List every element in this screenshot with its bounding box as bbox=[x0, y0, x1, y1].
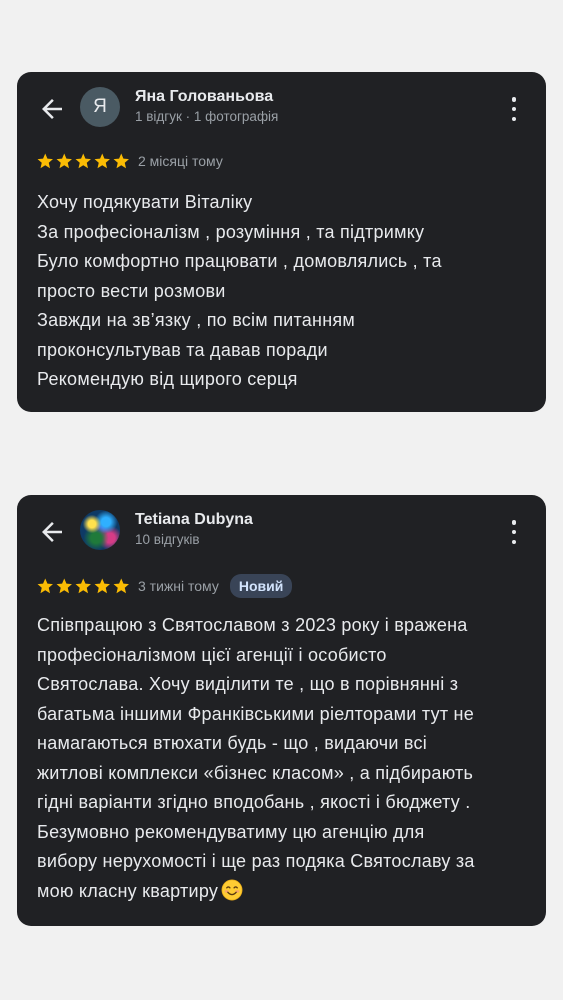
review-text-line: гідні варіанти згідно вподобань , якості… bbox=[37, 792, 471, 812]
rating-row: 3 тижні тому Новий bbox=[36, 574, 293, 598]
star-icon bbox=[113, 578, 129, 593]
more-options-button[interactable] bbox=[506, 94, 522, 124]
star-icon bbox=[56, 578, 72, 593]
review-text-line: Святослава. Хочу виділити те , що в порі… bbox=[37, 674, 459, 694]
author-name[interactable]: Яна Голованьова bbox=[135, 88, 273, 106]
author-name[interactable]: Tetiana Dubyna bbox=[135, 511, 253, 529]
more-vert-icon-dot bbox=[511, 529, 517, 535]
review-time: 2 місяці тому bbox=[138, 153, 223, 170]
arrow-back-icon bbox=[42, 99, 62, 119]
review-text: Співпрацюю з Святославом з 2023 року і в… bbox=[37, 611, 475, 906]
more-vert-icon-dot bbox=[511, 106, 517, 112]
star-icon bbox=[56, 153, 72, 169]
review-text-line: житлові комплекси «бізнес класом» , а пі… bbox=[37, 762, 474, 783]
rating-row: 2 місяці тому bbox=[36, 152, 223, 171]
author-meta: 10 відгуків bbox=[135, 532, 200, 547]
review-text-line: просто вести розмови bbox=[37, 280, 226, 301]
review-text-line: проконсультував та давав поради bbox=[37, 339, 328, 360]
review-card: Tetiana Dubyna 10 відгуків 3 тижні тому … bbox=[17, 495, 546, 926]
star-icon bbox=[94, 578, 110, 593]
review-card: Я Яна Голованьова 1 відгук · 1 фотографі… bbox=[17, 72, 546, 412]
more-vert-icon-dot bbox=[511, 539, 517, 544]
review-text-line: Безумовно рекомендуватиму цю агенцію для bbox=[37, 821, 425, 842]
star-icon bbox=[37, 153, 53, 169]
avatar-letter: Я bbox=[93, 96, 107, 117]
more-vert-icon-dot bbox=[511, 116, 517, 121]
smiling-face-emoji-icon bbox=[221, 879, 243, 900]
more-vert-icon-dot bbox=[511, 97, 517, 102]
star-icon bbox=[75, 578, 91, 593]
star-rating bbox=[36, 577, 131, 596]
review-text: Хочу подякувати Віталіку За професіоналі… bbox=[37, 188, 442, 395]
review-text-line: багатьма іншими Франківськими ріелторами… bbox=[37, 703, 475, 724]
star-icon bbox=[94, 153, 110, 169]
back-button[interactable] bbox=[37, 517, 67, 547]
star-icon bbox=[75, 153, 91, 169]
author-meta: 1 відгук · 1 фотографія bbox=[135, 109, 279, 124]
new-badge: Новий bbox=[229, 574, 293, 598]
more-vert-icon-dot bbox=[511, 520, 517, 525]
review-text-line: намагаються втюхати будь - що , видаючи … bbox=[37, 733, 428, 753]
avatar[interactable]: Я bbox=[80, 87, 120, 127]
review-text-line: Співпрацюю з Святославом з 2023 року і в… bbox=[37, 615, 468, 635]
review-text-line: професіоналізмом цієї агенції і особисто bbox=[37, 644, 387, 665]
avatar[interactable] bbox=[80, 510, 120, 550]
review-text-line: За професіоналізм , розуміння , та підтр… bbox=[37, 221, 425, 242]
review-text-line: мою класну квартиру bbox=[37, 880, 219, 901]
more-options-button[interactable] bbox=[506, 517, 522, 547]
review-text-line: Хочу подякувати Віталіку bbox=[37, 192, 253, 212]
back-button[interactable] bbox=[37, 94, 67, 124]
arrow-back-icon bbox=[42, 522, 62, 542]
review-text-line-last: мою класну квартиру bbox=[37, 877, 475, 907]
review-text-line: вибору нерухомості і ще раз подяка Свято… bbox=[37, 851, 475, 871]
review-time: 3 тижні тому bbox=[138, 578, 219, 594]
star-rating bbox=[36, 152, 131, 171]
review-text-line: Завжди на зв’язку , по всім питанням bbox=[37, 310, 356, 330]
review-text-line: Рекомендую від щирого серця bbox=[37, 369, 298, 389]
star-icon bbox=[37, 578, 53, 593]
review-text-line: Було комфортно працювати , домовлялись ,… bbox=[37, 251, 442, 271]
star-icon bbox=[113, 153, 129, 169]
